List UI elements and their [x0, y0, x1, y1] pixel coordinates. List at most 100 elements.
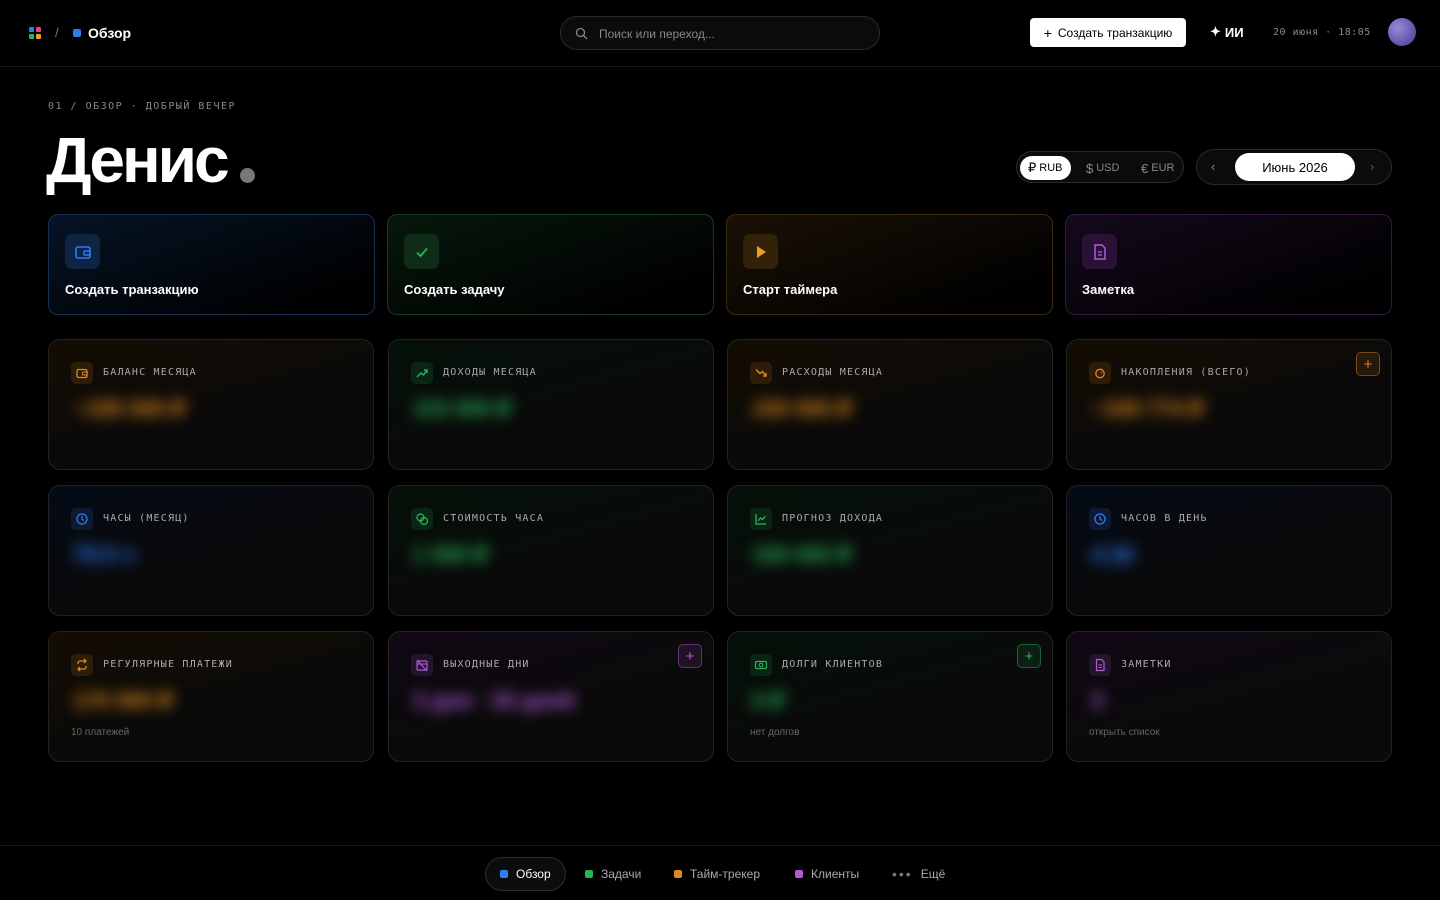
- stat-card-title: ЧАСОВ В ДЕНЬ: [1121, 513, 1208, 524]
- search-box[interactable]: [560, 16, 880, 50]
- nav-label: Ещё: [920, 867, 946, 881]
- stat-card[interactable]: ДОХОДЫ МЕСЯЦА 115 000 ₽: [388, 339, 714, 470]
- repeat-icon: [71, 654, 93, 676]
- stat-card[interactable]: ПРОГНОЗ ДОХОДА 150 000 ₽: [727, 485, 1053, 616]
- stat-card-title: РЕГУЛЯРНЫЕ ПЛАТЕЖИ: [103, 659, 233, 670]
- stat-card-subtitle: 10 платежей: [71, 727, 130, 738]
- quick-action-note[interactable]: Заметка: [1065, 214, 1392, 315]
- stat-card-value: −155 000 ₽: [73, 396, 186, 421]
- nav-overview[interactable]: Обзор: [485, 857, 566, 891]
- stat-card[interactable]: БАЛАНС МЕСЯЦА −155 000 ₽: [48, 339, 374, 470]
- stat-card-title: ДОХОДЫ МЕСЯЦА: [443, 367, 537, 378]
- search-input[interactable]: [599, 25, 869, 43]
- search-icon: [575, 27, 588, 40]
- stat-card-value: 3 дня · 30 дней: [413, 688, 575, 713]
- stat-card-value: −100 774 ₽: [1091, 396, 1204, 421]
- nav-more[interactable]: ••• Ещё: [878, 857, 959, 891]
- title-dot: [240, 168, 255, 183]
- play-icon: [743, 234, 778, 269]
- calendar-off-icon: [411, 654, 433, 676]
- quick-action-transaction[interactable]: Создать транзакцию: [48, 214, 375, 315]
- cash-icon: [750, 654, 772, 676]
- breadcrumb-separator: /: [55, 25, 59, 40]
- page-eyebrow: 01 / ОБЗОР · ДОБРЫЙ ВЕЧЕР: [48, 101, 237, 112]
- stat-card[interactable]: ЗАМЕТКИ 3 открыть список: [1066, 631, 1392, 762]
- quick-action-label: Старт таймера: [743, 282, 838, 297]
- stat-card-title: ДОЛГИ КЛИЕНТОВ: [782, 659, 884, 670]
- quick-action-task[interactable]: Создать задачу: [387, 214, 714, 315]
- stat-card[interactable]: ВЫХОДНЫЕ ДНИ 3 дня · 30 дней +: [388, 631, 714, 762]
- create-transaction-button[interactable]: + Создать транзакцию: [1030, 18, 1186, 47]
- currency-code: RUB: [1039, 162, 1063, 174]
- nav-label: Задачи: [601, 867, 642, 881]
- month-next-button[interactable]: ›: [1370, 159, 1374, 174]
- add-button[interactable]: +: [1017, 644, 1041, 668]
- stat-card[interactable]: СТОИМОСТЬ ЧАСА 1 500 ₽: [388, 485, 714, 616]
- breadcrumb-current[interactable]: Обзор: [88, 25, 131, 41]
- currency-eur[interactable]: € EUR: [1133, 156, 1182, 180]
- coins-icon: [411, 508, 433, 530]
- sparkle-icon: ✦: [1210, 24, 1221, 39]
- check-icon: [404, 234, 439, 269]
- datetime: 20 июня · 18:05: [1273, 27, 1371, 38]
- trend-up-icon: [411, 362, 433, 384]
- stat-card-title: ПРОГНОЗ ДОХОДА: [782, 513, 884, 524]
- nav-tasks[interactable]: Задачи: [571, 857, 655, 891]
- stat-card-value: 150 000 ₽: [752, 396, 852, 421]
- stat-card-title: НАКОПЛЕНИЯ (ВСЕГО): [1121, 367, 1251, 378]
- note-icon: [1082, 234, 1117, 269]
- top-bar: / Обзор + Создать транзакцию ✦ ИИ 20 июн…: [0, 0, 1440, 67]
- stat-card[interactable]: ЧАСОВ В ДЕНЬ 4.36: [1066, 485, 1392, 616]
- quick-action-label: Заметка: [1082, 282, 1135, 297]
- currency-symbol: $: [1086, 160, 1094, 176]
- clock-icon: [71, 508, 93, 530]
- quick-action-label: Создать транзакцию: [65, 282, 199, 297]
- nav-label: Обзор: [516, 867, 551, 881]
- stat-card-title: БАЛАНС МЕСЯЦА: [103, 367, 197, 378]
- currency-usd[interactable]: $ USD: [1078, 156, 1127, 180]
- currency-rub[interactable]: ₽ RUB: [1020, 156, 1071, 180]
- stat-card-title: ЧАСЫ (МЕСЯЦ): [103, 513, 190, 524]
- stat-card[interactable]: ЧАСЫ (МЕСЯЦ) 78.5 ч: [48, 485, 374, 616]
- stat-card-value: 0 ₽: [752, 688, 785, 713]
- ai-label: ИИ: [1224, 24, 1244, 40]
- stat-card[interactable]: РАСХОДЫ МЕСЯЦА 150 000 ₽: [727, 339, 1053, 470]
- stat-card-title: РАСХОДЫ МЕСЯЦА: [782, 367, 884, 378]
- wallet-icon: [71, 362, 93, 384]
- nav-label: Тайм-трекер: [690, 867, 760, 881]
- month-prev-button[interactable]: ‹: [1211, 159, 1215, 174]
- month-label[interactable]: Июнь 2026: [1235, 153, 1355, 181]
- chart-icon: [750, 508, 772, 530]
- nav-clients[interactable]: Клиенты: [781, 857, 873, 891]
- add-button[interactable]: +: [678, 644, 702, 668]
- nav-dot-icon: [674, 870, 682, 878]
- currency-code: EUR: [1151, 162, 1175, 174]
- piggy-icon: [1089, 362, 1111, 384]
- month-picker: ‹ Июнь 2026 ›: [1196, 149, 1392, 185]
- nav-dot-icon: [795, 870, 803, 878]
- stat-card[interactable]: РЕГУЛЯРНЫЕ ПЛАТЕЖИ 170 000 ₽ 10 платежей: [48, 631, 374, 762]
- stat-card-title: СТОИМОСТЬ ЧАСА: [443, 513, 545, 524]
- stat-card-title: ВЫХОДНЫЕ ДНИ: [443, 659, 530, 670]
- add-button[interactable]: +: [1356, 352, 1380, 376]
- currency-symbol: €: [1141, 160, 1149, 176]
- quick-action-timer[interactable]: Старт таймера: [726, 214, 1053, 315]
- nav-time-tracker[interactable]: Тайм-трекер: [660, 857, 774, 891]
- ai-button[interactable]: ✦ ИИ: [1210, 24, 1244, 40]
- more-dots-icon: •••: [892, 866, 913, 882]
- stat-card[interactable]: НАКОПЛЕНИЯ (ВСЕГО) −100 774 ₽ +: [1066, 339, 1392, 470]
- currency-code: USD: [1096, 162, 1120, 174]
- stat-card-subtitle: открыть список: [1089, 727, 1160, 738]
- stat-card-value: 115 000 ₽: [413, 396, 512, 421]
- wallet-icon: [65, 234, 100, 269]
- clock-icon: [1089, 508, 1111, 530]
- apps-grid-icon[interactable]: [29, 27, 41, 39]
- create-transaction-label: Создать транзакцию: [1057, 25, 1173, 40]
- currency-switcher: ₽ RUB $ USD € EUR: [1016, 151, 1184, 183]
- nav-dot-icon: [500, 870, 508, 878]
- stat-card-value: 78.5 ч: [73, 542, 135, 567]
- stat-card[interactable]: ДОЛГИ КЛИЕНТОВ 0 ₽ нет долгов +: [727, 631, 1053, 762]
- stat-card-value: 150 000 ₽: [752, 542, 852, 567]
- currency-symbol: ₽: [1028, 160, 1037, 175]
- avatar[interactable]: [1388, 18, 1416, 46]
